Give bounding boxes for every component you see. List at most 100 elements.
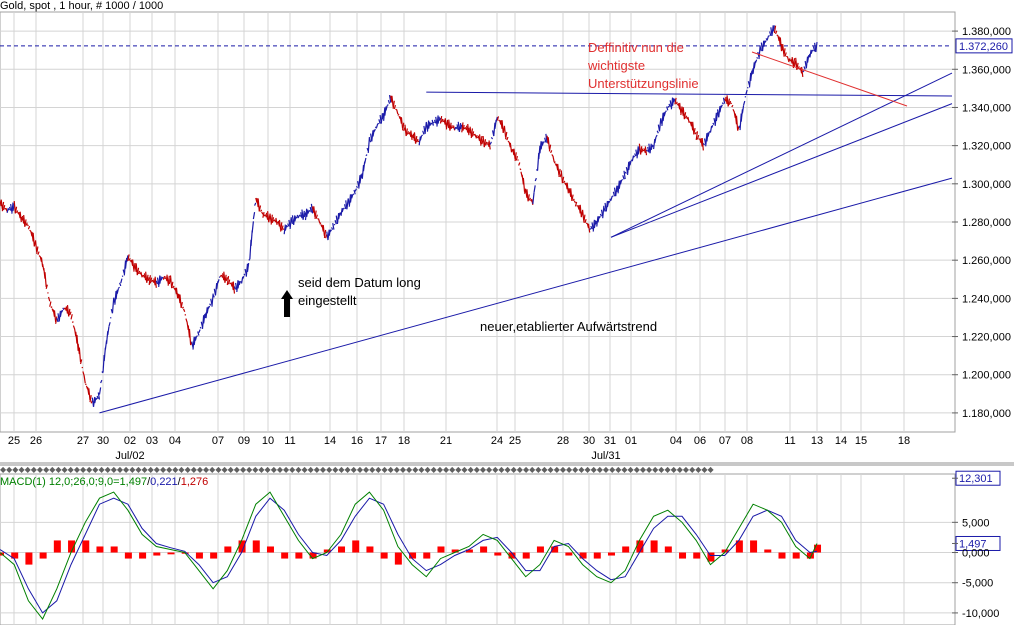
annotation-uptrend: neuer,etablierter Aufwärtstrend: [480, 319, 657, 334]
price-x-tick-label: 16: [351, 435, 363, 447]
price-segment: [519, 168, 522, 171]
price-x-tick-label: 25: [8, 435, 20, 447]
price-segment: [543, 141, 545, 143]
price-x-tick-label: 28: [557, 435, 569, 447]
price-segment: [507, 140, 510, 143]
macd-histogram-bar: [536, 546, 544, 553]
macd-histogram-bar: [480, 546, 488, 553]
macd-y-tick-label: 0,000: [962, 548, 990, 560]
macd-histogram-bar: [195, 552, 203, 559]
price-x-tick-label: 27: [77, 435, 89, 447]
price-y-tick-label: 1.300,000: [962, 179, 1011, 191]
macd-histogram-bar: [650, 540, 658, 553]
macd-histogram-bar: [380, 552, 388, 559]
price-segment: [811, 49, 814, 52]
price-x-tick-label: 30: [583, 435, 595, 447]
price-x-tick-label: 14: [324, 435, 336, 447]
price-segment: [646, 149, 649, 152]
price-x-month-label: Jul/31: [591, 450, 620, 462]
price-segment: [776, 34, 779, 37]
macd-y-tick-label: -10,000: [962, 608, 999, 620]
price-x-tick-label: 06: [694, 435, 706, 447]
macd-histogram-bar: [82, 540, 90, 553]
macd-histogram-bar: [352, 540, 360, 553]
macd-histogram-bar: [593, 552, 601, 559]
price-y-tick-label: 1.180,000: [962, 408, 1011, 420]
price-y-tick-label: 1.240,000: [962, 293, 1011, 305]
macd-histogram-bar: [579, 552, 587, 559]
annotation-red-line-1: Deffinitiv nun die: [588, 40, 684, 55]
macd-histogram-bar: [252, 540, 260, 553]
macd-histogram-bar: [295, 552, 303, 559]
macd-histogram-bar: [764, 549, 772, 553]
macd-legend: MACD(1) 12,0;26,0;9,0=1,497/0,221/1,276: [0, 476, 208, 488]
macd-histogram-bar: [792, 552, 800, 559]
price-x-tick-label: 08: [741, 435, 753, 447]
price-segment: [343, 207, 345, 210]
price-segment: [248, 259, 251, 261]
price-x-tick-label: 11: [284, 435, 295, 447]
price-x-tick-label: 01: [625, 435, 637, 447]
macd-histogram-bar: [39, 552, 47, 559]
price-segment: [29, 229, 32, 232]
price-segment: [282, 228, 285, 231]
price-y-tick-label: 1.200,000: [962, 370, 1011, 382]
price-x-tick-label: 18: [398, 435, 410, 447]
price-y-tick-label: 1.360,000: [962, 64, 1011, 76]
price-x-tick-label: 31: [604, 435, 616, 447]
macd-histogram-bar: [338, 546, 346, 553]
price-y-tick-label: 1.280,000: [962, 217, 1011, 229]
macd-histogram-bar: [366, 546, 374, 553]
macd-panel: 12,301 5,000 1,497 0,000 -5,000 -10,000 MACD(…: [0, 470, 1001, 625]
price-y-tick-label: 1.380,000: [962, 26, 1011, 38]
macd-histogram-bar: [110, 546, 118, 553]
panel-separator-handle[interactable]: ◆◆◆◆◆◆◆◆◆◆◆◆◆◆◆◆◆◆◆◆◆◆◆◆◆◆◆◆◆◆◆◆◆◆◆◆◆◆◆◆…: [0, 465, 715, 474]
macd-histogram-bar: [281, 552, 289, 559]
price-segment: [386, 104, 389, 106]
macd-legend-part: 1,276: [181, 476, 209, 488]
price-segment: [756, 56, 759, 59]
macd-y-tick-label: -5,000: [962, 578, 993, 590]
price-x-tick-label: 10: [262, 435, 274, 447]
price-x-tick-label: 07: [212, 435, 224, 447]
price-segment: [118, 286, 120, 289]
price-y-tick-label: 1.340,000: [962, 102, 1011, 114]
macd-histogram-bar: [494, 552, 502, 556]
price-x-tick-label: 03: [146, 435, 158, 447]
price-x-tick-label: 04: [670, 435, 682, 447]
price-x-tick-label: 24: [491, 435, 503, 447]
price-segment: [161, 276, 164, 279]
price-segment: [417, 140, 420, 143]
price-segment: [84, 383, 87, 386]
price-segment: [433, 121, 435, 124]
price-x-tick-label: 30: [97, 435, 109, 447]
macd-histogram-bar: [266, 546, 274, 553]
price-x-tick-label: 26: [30, 435, 42, 447]
price-x-month-label: Jul/02: [115, 450, 144, 462]
macd-legend-part: MACD(1) 12,0;26,0;9,0=: [0, 476, 120, 488]
macd-histogram-bar: [53, 540, 61, 553]
macd-histogram-bar: [394, 552, 402, 565]
price-x-tick-label: 25: [509, 435, 521, 447]
macd-y-tick-label: 5,000: [962, 517, 990, 529]
price-segment: [199, 326, 202, 329]
price-chart-title: Gold, spot , 1 hour, # 1000 / 1000: [0, 0, 163, 12]
price-segment: [8, 208, 10, 211]
price-x-tick-label: 04: [169, 435, 181, 447]
price-x-tick-label: 13: [811, 435, 823, 447]
price-segment: [365, 154, 368, 157]
macd-histogram-bar: [224, 546, 232, 553]
macd-histogram-bar: [139, 552, 147, 559]
macd-histogram-bar: [750, 540, 758, 553]
price-segment: [295, 216, 298, 219]
price-segment: [50, 306, 53, 309]
price-segment: [71, 321, 74, 323]
price-segment: [802, 70, 805, 73]
macd-legend-part: 0,221: [150, 476, 178, 488]
price-x-tick-label: 07: [719, 435, 731, 447]
price-segment: [308, 209, 311, 212]
macd-histogram-bar: [210, 552, 218, 559]
macd-histogram-bar: [25, 552, 33, 565]
macd-histogram-bar: [153, 552, 161, 556]
price-x-tick-label: 11: [784, 435, 795, 447]
